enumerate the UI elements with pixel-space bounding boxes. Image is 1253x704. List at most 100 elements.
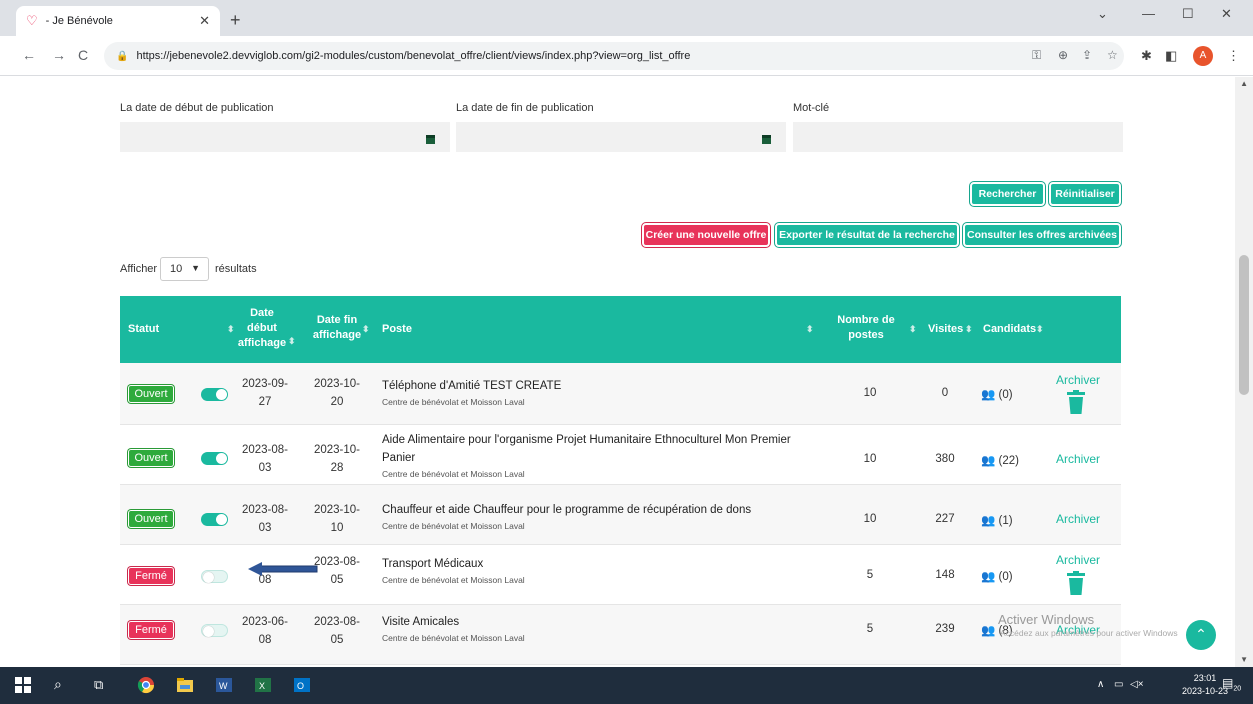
users-icon: 👥 bbox=[981, 455, 996, 467]
export-button[interactable]: Exporter le résultat de la recherche bbox=[775, 223, 959, 247]
extensions-icon[interactable]: ✱ bbox=[1141, 48, 1152, 64]
volume-icon[interactable]: ◁× bbox=[1130, 679, 1144, 690]
keyword-input[interactable] bbox=[793, 122, 1123, 152]
maximize-icon[interactable]: ☐ bbox=[1182, 6, 1194, 22]
start-date: 2023-08-03 bbox=[241, 504, 289, 534]
annotation-arrow-icon bbox=[248, 562, 318, 576]
search-icon[interactable]: ⌕ bbox=[54, 676, 62, 693]
show-label: Afficher bbox=[120, 263, 158, 275]
candidates[interactable]: 👥 (1) bbox=[981, 513, 1013, 527]
header-candidates[interactable]: Candidats bbox=[983, 322, 1036, 337]
scroll-up-icon[interactable]: ▲ bbox=[1240, 79, 1248, 88]
url-field[interactable]: 🔒 https://jebenevole2.devviglob.com/gi2-… bbox=[104, 42, 1124, 70]
header-end[interactable]: Date fin affichage bbox=[312, 313, 362, 343]
post-title[interactable]: Transport Médicaux bbox=[382, 555, 812, 573]
status-badge: Ouvert bbox=[128, 449, 174, 467]
sort-icon[interactable]: ⬍ bbox=[1036, 324, 1044, 335]
close-window-icon[interactable]: ✕ bbox=[1221, 6, 1232, 22]
share-icon[interactable]: ⇪ bbox=[1082, 48, 1092, 62]
header-status[interactable]: Statut bbox=[128, 322, 159, 337]
excel-icon[interactable]: X bbox=[254, 676, 272, 694]
trash-icon[interactable] bbox=[1066, 571, 1086, 595]
status-toggle[interactable] bbox=[201, 388, 228, 401]
status-toggle[interactable] bbox=[201, 513, 228, 526]
post-org: Centre de bénévolat et Moisson Laval bbox=[382, 633, 525, 643]
header-count[interactable]: Nombre de postes bbox=[832, 313, 900, 343]
minimize-icon[interactable]: — bbox=[1142, 6, 1155, 21]
key-icon[interactable]: ⚿ bbox=[1032, 48, 1041, 63]
scroll-top-button[interactable]: ⌃ bbox=[1186, 620, 1216, 650]
chrome-icon[interactable] bbox=[137, 676, 155, 694]
header-start[interactable]: Date début affichage bbox=[236, 306, 288, 351]
windows-start-icon[interactable] bbox=[14, 676, 32, 694]
reload-icon[interactable]: C bbox=[78, 47, 88, 63]
scroll-down-icon[interactable]: ▼ bbox=[1240, 655, 1248, 664]
post-org: Centre de bénévolat et Moisson Laval bbox=[382, 521, 525, 531]
file-explorer-icon[interactable] bbox=[176, 676, 194, 694]
sort-icon[interactable]: ⬍ bbox=[909, 324, 917, 335]
sort-icon[interactable]: ⬍ bbox=[288, 336, 296, 347]
zoom-icon[interactable]: ⊕ bbox=[1058, 48, 1068, 62]
close-tab-icon[interactable]: ✕ bbox=[199, 13, 210, 29]
archive-link[interactable]: Archiver bbox=[1056, 373, 1100, 387]
status-toggle[interactable] bbox=[201, 452, 228, 465]
forward-icon[interactable]: → bbox=[52, 47, 66, 63]
candidates[interactable]: 👥 (0) bbox=[981, 569, 1013, 583]
status-toggle[interactable] bbox=[201, 624, 228, 637]
scrollbar[interactable]: ▲ ▼ bbox=[1235, 77, 1253, 667]
sort-icon[interactable]: ⬍ bbox=[965, 324, 973, 335]
calendar-icon[interactable] bbox=[426, 135, 435, 144]
notification-icon[interactable]: ▤20 bbox=[1222, 676, 1241, 692]
chevron-down-icon[interactable]: ⌄ bbox=[1097, 6, 1108, 22]
task-view-icon[interactable]: ⧉ bbox=[94, 677, 103, 693]
candidates[interactable]: 👥 (0) bbox=[981, 387, 1013, 401]
archived-offers-button[interactable]: Consulter les offres archivées bbox=[963, 223, 1121, 247]
post-title[interactable]: Visite Amicales bbox=[382, 613, 812, 631]
sort-icon[interactable]: ⬍ bbox=[227, 324, 235, 335]
archive-link[interactable]: Archiver bbox=[1056, 553, 1100, 567]
keyword-label: Mot-clé bbox=[793, 102, 830, 114]
windows-watermark-title: Activer Windows bbox=[998, 612, 1095, 627]
post-title[interactable]: Aide Alimentaire pour l'organisme Projet… bbox=[382, 431, 812, 467]
end-date: 2023-10-28 bbox=[313, 444, 361, 474]
reset-button[interactable]: Réinitialiser bbox=[1049, 182, 1121, 206]
sidepanel-icon[interactable]: ◧ bbox=[1165, 48, 1177, 64]
new-tab-icon[interactable]: + bbox=[230, 10, 241, 31]
start-date-input[interactable] bbox=[120, 122, 450, 152]
menu-icon[interactable]: ⋮ bbox=[1227, 48, 1240, 64]
post-title[interactable]: Téléphone d'Amitié TEST CREATE bbox=[382, 377, 812, 395]
avatar[interactable]: A bbox=[1193, 46, 1213, 66]
candidates[interactable]: 👥 (22) bbox=[981, 453, 1019, 467]
status-toggle[interactable] bbox=[201, 570, 228, 583]
scroll-thumb[interactable] bbox=[1239, 255, 1249, 395]
end-date: 2023-08-05 bbox=[313, 616, 361, 646]
users-icon: 👥 bbox=[981, 625, 996, 637]
create-offer-button[interactable]: Créer une nouvelle offre bbox=[642, 223, 770, 247]
windows-watermark-text: Accédez aux paramètres pour activer Wind… bbox=[1000, 628, 1178, 638]
end-date: 2023-10-20 bbox=[313, 378, 361, 408]
sort-icon[interactable]: ⬍ bbox=[806, 324, 814, 335]
post-cell: Aide Alimentaire pour l'organisme Projet… bbox=[382, 431, 812, 481]
page-size-select[interactable]: 10 ▼ bbox=[160, 257, 209, 281]
archive-link[interactable]: Archiver bbox=[1056, 512, 1100, 526]
header-post[interactable]: Poste bbox=[382, 322, 412, 337]
trash-icon[interactable] bbox=[1066, 390, 1086, 414]
sort-icon[interactable]: ⬍ bbox=[362, 324, 370, 335]
header-visits[interactable]: Visites bbox=[928, 322, 963, 337]
back-icon[interactable]: ← bbox=[22, 47, 36, 63]
archive-link[interactable]: Archiver bbox=[1056, 452, 1100, 466]
word-icon[interactable]: W bbox=[215, 676, 233, 694]
start-date: 2023-08-03 bbox=[241, 444, 289, 474]
svg-text:X: X bbox=[259, 681, 265, 691]
browser-tab[interactable]: ♡ - Je Bénévole ✕ bbox=[16, 6, 220, 36]
star-icon[interactable]: ☆ bbox=[1107, 48, 1118, 62]
lock-icon: 🔒 bbox=[116, 50, 129, 62]
search-button[interactable]: Rechercher bbox=[970, 182, 1045, 206]
calendar-icon[interactable] bbox=[762, 135, 771, 144]
chevron-up-icon[interactable]: ∧ bbox=[1097, 679, 1104, 690]
post-title[interactable]: Chauffeur et aide Chauffeur pour le prog… bbox=[382, 501, 812, 519]
network-icon[interactable]: ▭ bbox=[1114, 679, 1123, 690]
outlook-icon[interactable]: O bbox=[293, 676, 311, 694]
table-header: Statut ⬍ Date début affichage ⬍ Date fin… bbox=[120, 296, 1121, 363]
end-date-input[interactable] bbox=[456, 122, 786, 152]
